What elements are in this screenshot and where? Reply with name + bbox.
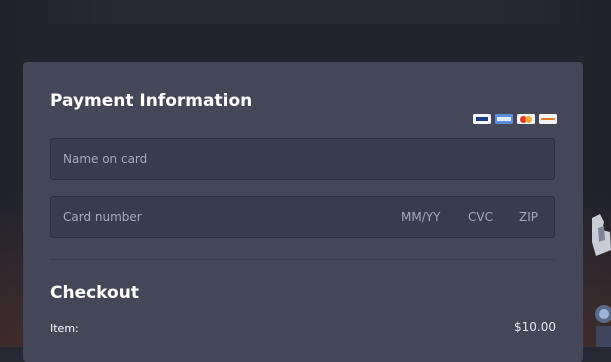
- card-number-placeholder: Card number: [63, 210, 142, 224]
- name-on-card-field[interactable]: Name on card: [50, 138, 555, 180]
- checkout-title: Checkout: [50, 283, 139, 303]
- visa-icon: [473, 114, 491, 124]
- card-number-field[interactable]: Card number MM/YY CVC ZIP: [50, 196, 555, 238]
- item-price: $10.00: [514, 320, 556, 334]
- cvc-field[interactable]: CVC: [468, 210, 493, 224]
- discover-icon: [539, 114, 557, 124]
- top-bar: [23, 24, 583, 64]
- name-on-card-placeholder: Name on card: [63, 152, 148, 166]
- card-brands: [473, 114, 557, 124]
- payment-title: Payment Information: [50, 91, 253, 111]
- zip-field[interactable]: ZIP: [519, 210, 538, 224]
- expiry-field[interactable]: MM/YY: [401, 210, 440, 224]
- item-label: Item:: [50, 322, 79, 335]
- amex-icon: [495, 114, 513, 124]
- payment-card: Payment Information Name on card Card nu…: [23, 62, 583, 362]
- decorative-orb-icon: [595, 305, 611, 347]
- section-divider: [50, 259, 555, 260]
- mastercard-icon: [517, 114, 535, 124]
- decorative-figure-icon: [592, 214, 611, 256]
